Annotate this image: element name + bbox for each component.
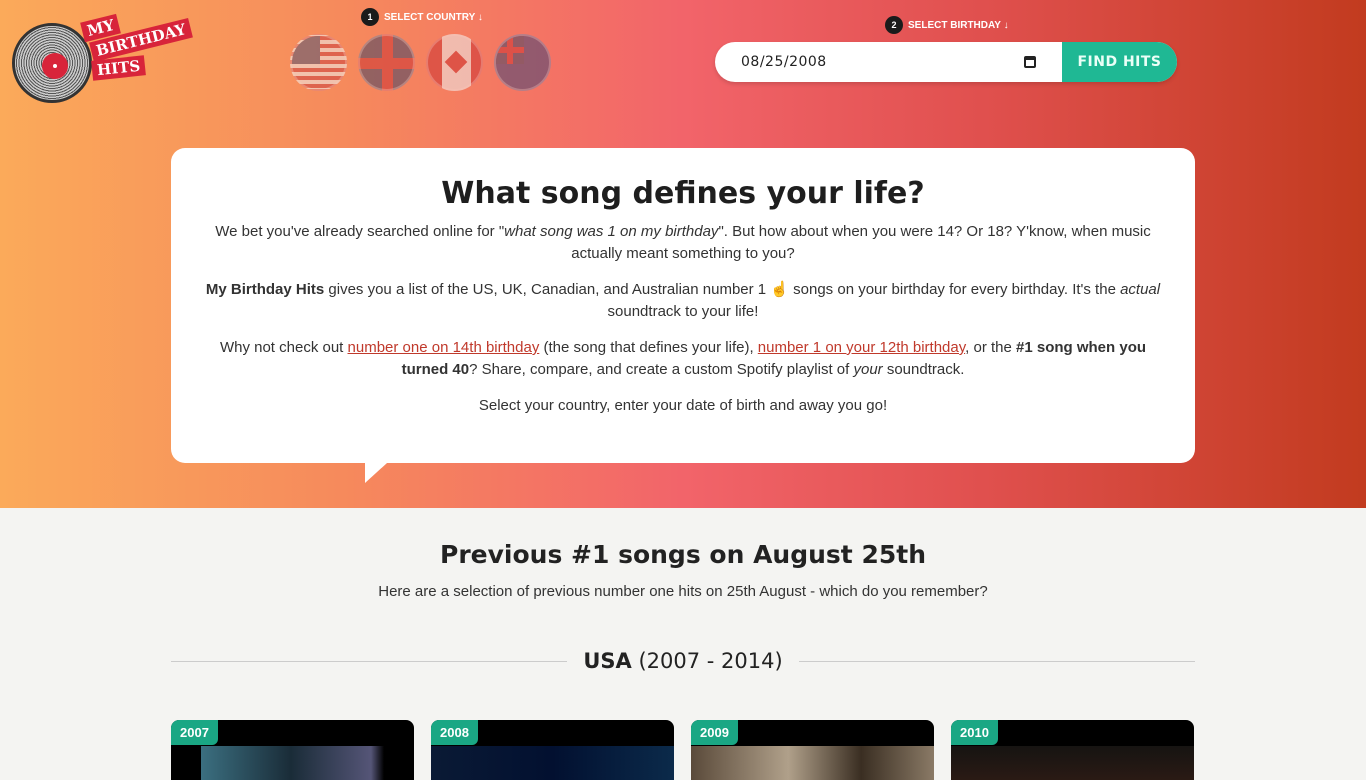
step-label: SELECT BIRTHDAY ↓ bbox=[908, 19, 1009, 31]
step-select-birthday: 2 SELECT BIRTHDAY ↓ bbox=[885, 16, 1009, 34]
song-card[interactable]: 2009 bbox=[691, 720, 934, 780]
flag-uk-button[interactable] bbox=[358, 34, 415, 91]
logo[interactable]: MY BIRTHDAY HITS bbox=[12, 8, 202, 108]
step-number: 1 bbox=[361, 8, 379, 26]
text: ? Share, compare, and create a custom Sp… bbox=[469, 361, 854, 378]
text: soundtrack. bbox=[882, 361, 965, 378]
text: soundtrack to your life! bbox=[607, 303, 759, 320]
intro-paragraph: Select your country, enter your date of … bbox=[478, 397, 888, 414]
birthday-date-input[interactable]: 08/25/2008 bbox=[715, 42, 1024, 82]
song-thumbnail bbox=[691, 746, 934, 780]
intro-paragraph: Why not check out number one on 14th bir… bbox=[201, 337, 1165, 381]
text: Why not check out bbox=[219, 339, 348, 356]
song-thumbnail bbox=[951, 746, 1194, 780]
flag-australia-button[interactable] bbox=[494, 34, 551, 91]
text: We bet you've already searched online fo… bbox=[215, 223, 505, 240]
text: (the song that defines your life), bbox=[539, 339, 758, 356]
text: what song was 1 on my birthday bbox=[504, 223, 719, 240]
text: your bbox=[853, 361, 883, 378]
year-badge: 2009 bbox=[691, 720, 738, 745]
country-name: USA bbox=[583, 649, 632, 673]
country-divider: USA (2007 - 2014) bbox=[171, 648, 1195, 674]
song-card[interactable]: 2008 bbox=[431, 720, 674, 780]
text: actual bbox=[1120, 281, 1161, 298]
vinyl-record-icon bbox=[12, 23, 92, 103]
year-badge: 2010 bbox=[951, 720, 998, 745]
calendar-icon[interactable] bbox=[1024, 56, 1036, 68]
intro-card: What song defines your life? We bet you'… bbox=[171, 148, 1195, 483]
step-label: SELECT COUNTRY ↓ bbox=[384, 11, 483, 23]
hero-header: MY BIRTHDAY HITS 1 SELECT COUNTRY ↓ 2 SE… bbox=[0, 0, 1366, 508]
song-cards: 2007 2008 2009 2010 bbox=[171, 720, 1194, 780]
logo-text: HITS bbox=[91, 55, 147, 81]
step-number: 2 bbox=[885, 16, 903, 34]
text: , or the bbox=[965, 339, 1016, 356]
country-selector bbox=[290, 34, 551, 91]
link-14th-birthday[interactable]: number one on 14th birthday bbox=[348, 339, 540, 356]
year-badge: 2007 bbox=[171, 720, 218, 745]
intro-paragraph: We bet you've already searched online fo… bbox=[201, 221, 1165, 265]
year-badge: 2008 bbox=[431, 720, 478, 745]
song-thumbnail bbox=[171, 746, 414, 780]
country-heading: USA (2007 - 2014) bbox=[567, 649, 799, 673]
step-select-country: 1 SELECT COUNTRY ↓ bbox=[361, 8, 483, 26]
song-card[interactable]: 2010 bbox=[951, 720, 1194, 780]
song-thumbnail bbox=[431, 746, 674, 780]
text: gives you a list of the US, UK, Canadian… bbox=[324, 281, 1121, 298]
intro-paragraph: My Birthday Hits gives you a list of the… bbox=[201, 279, 1165, 323]
flag-canada-button[interactable] bbox=[426, 34, 483, 91]
page-title: What song defines your life? bbox=[441, 176, 925, 211]
year-range: (2007 - 2014) bbox=[638, 649, 783, 673]
section-subtitle: Here are a selection of previous number … bbox=[378, 583, 988, 600]
text: My Birthday Hits bbox=[205, 281, 325, 298]
find-hits-button[interactable]: FIND HITS bbox=[1062, 42, 1177, 82]
flag-usa-button[interactable] bbox=[290, 34, 347, 91]
birthday-form: 08/25/2008 FIND HITS bbox=[715, 42, 1177, 82]
song-card[interactable]: 2007 bbox=[171, 720, 414, 780]
previous-hits-section: Previous #1 songs on August 25th Here ar… bbox=[0, 508, 1366, 674]
section-title: Previous #1 songs on August 25th bbox=[440, 540, 926, 569]
link-12th-birthday[interactable]: number 1 on your 12th birthday bbox=[758, 339, 965, 356]
